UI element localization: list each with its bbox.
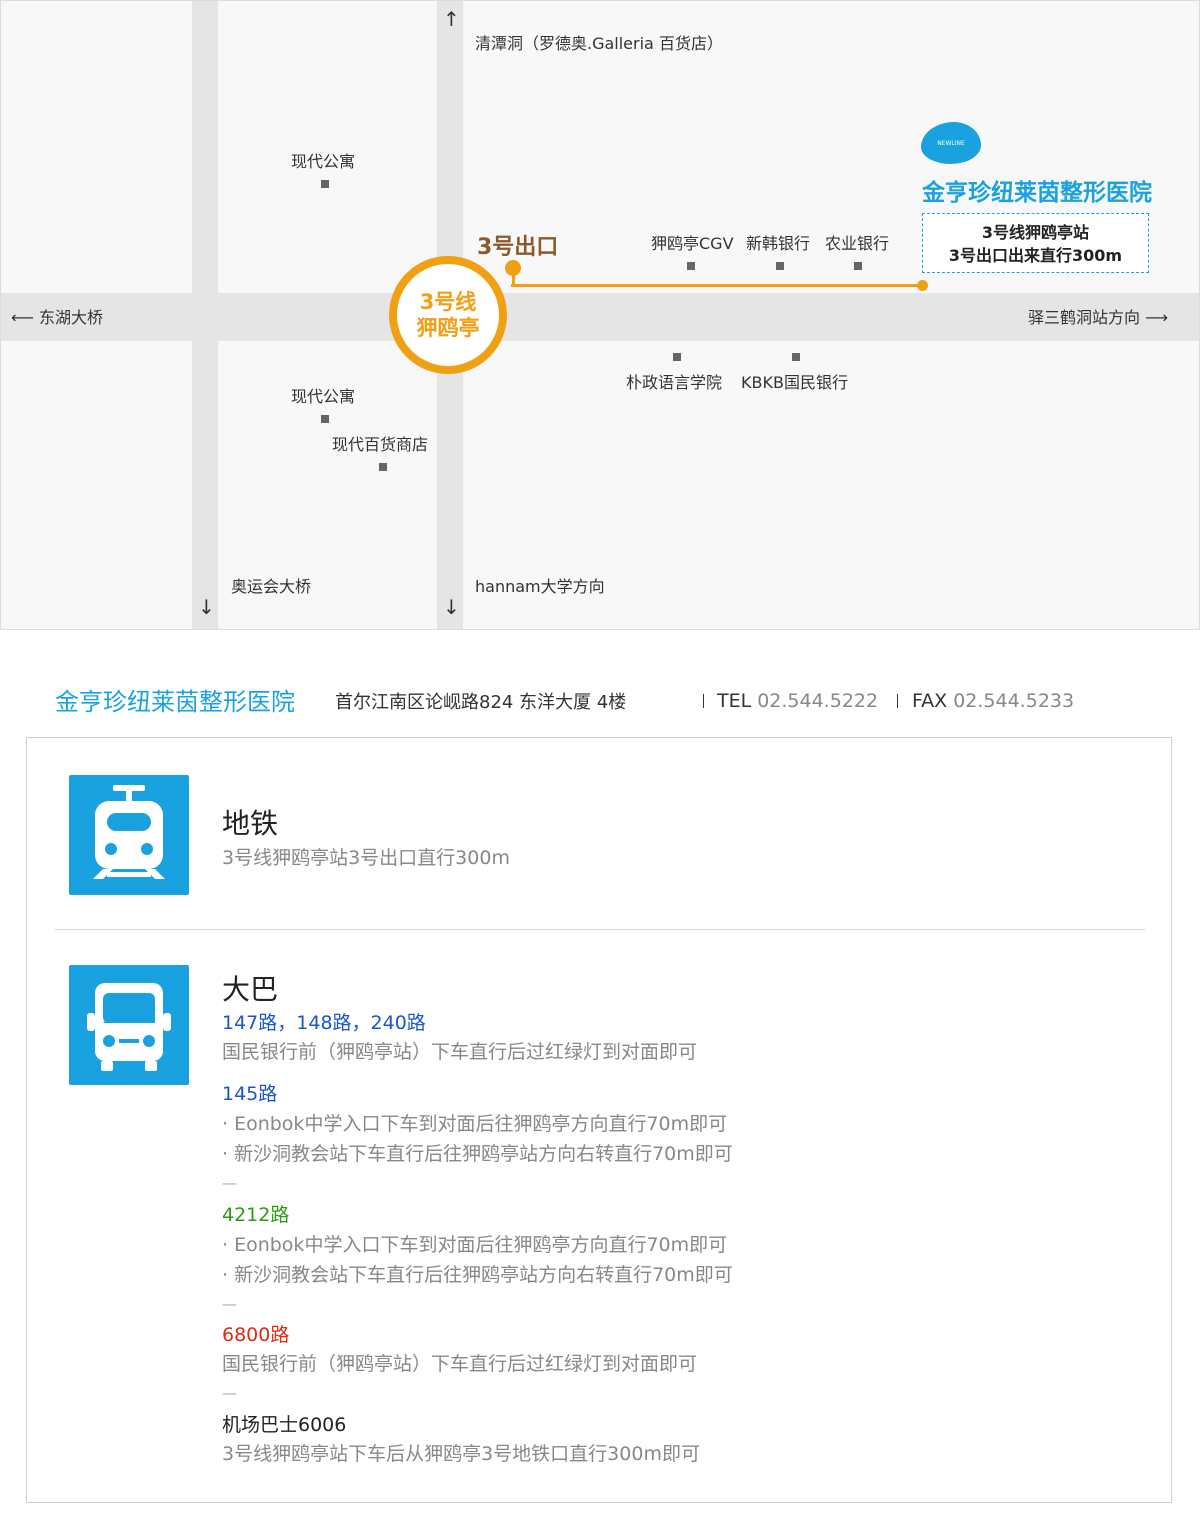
section-divider <box>55 929 1145 930</box>
bus-route-5-desc: 3号线狎鸥亭站下车后从狎鸥亭3号地铁口直行300m即可 <box>222 1443 700 1465</box>
bus-route-4-desc: 国民银行前（狎鸥亭站）下车直行后过红绿灯到对面即可 <box>222 1353 698 1375</box>
south-right-label: hannam大学方向 <box>475 577 605 596</box>
clinic-dot <box>917 280 928 291</box>
landmark-nonghyup: 农业银行 <box>825 234 890 253</box>
south-left-label: 奥运会大桥 <box>231 577 312 596</box>
bus-route-3-desc1: · Eonbok中学入口下车到对面后往狎鸥亭方向直行70m即可 <box>222 1234 728 1256</box>
subway-desc: 3号线狎鸥亭站3号出口直行300m <box>222 847 510 869</box>
clinic-logo: NEWLINE <box>921 122 981 164</box>
direction-box: 3号线狎鸥亭站 3号出口出来直行300m <box>922 213 1149 273</box>
bus-route-2: 145路 <box>222 1083 278 1105</box>
east-label: 驿三鹤洞站方向 ⟶ <box>1028 308 1169 327</box>
arrow-right-icon: ⟶ <box>1145 308 1169 327</box>
fax-number: 02.544.5233 <box>953 690 1075 712</box>
station-marker: 3号线 狎鸥亭 <box>389 256 507 374</box>
subway-icon <box>69 775 189 895</box>
walking-route-line <box>511 284 923 287</box>
fax: FAX 02.544.5233 <box>912 690 1075 712</box>
tel-number[interactable]: 02.544.5222 <box>757 690 878 712</box>
direction-line1: 3号线狎鸥亭站 <box>981 223 1090 242</box>
landmark-marker <box>321 415 329 423</box>
west-label: ⟵ 东湖大桥 <box>11 308 104 327</box>
bus-route-2-desc1: · Eonbok中学入口下车到对面后往狎鸥亭方向直行70m即可 <box>222 1113 728 1135</box>
bus-route-2-desc2: · 新沙洞教会站下车直行后往狎鸥亭站方向右转直行70m即可 <box>222 1143 733 1165</box>
landmark-park: 朴政语言学院 <box>626 373 723 392</box>
bus-route-5: 机场巴士6006 <box>222 1414 347 1436</box>
landmark-cgv: 狎鸥亭CGV <box>651 234 734 253</box>
arrow-up-icon: ↑ <box>443 7 460 31</box>
bus-route-1-desc: 国民银行前（狎鸥亭站）下车直行后过红绿灯到对面即可 <box>222 1041 698 1063</box>
route-separator: — <box>222 1174 237 1192</box>
bus-route-3-desc2: · 新沙洞教会站下车直行后往狎鸥亭站方向右转直行70m即可 <box>222 1264 733 1286</box>
clinic-name: 金亨珍纽莱茵整形医院 <box>55 688 295 716</box>
north-label: 清潭洞（罗德奥.Galleria 百货店） <box>475 34 723 53</box>
arrow-left-icon: ⟵ <box>11 308 34 327</box>
route-separator: — <box>222 1384 237 1402</box>
bus-route-3: 4212路 <box>222 1204 290 1226</box>
landmark-dept-store: 现代百货商店 <box>332 435 429 454</box>
landmark-marker <box>854 262 862 270</box>
clinic-name-map: 金亨珍纽莱茵整形医院 <box>922 180 1152 206</box>
tel: TEL 02.544.5222 <box>717 690 879 712</box>
exit-dot <box>505 260 521 276</box>
contact-info: 金亨珍纽莱茵整形医院 首尔江南区论岘路824 东洋大厦 4楼 TEL 02.544… <box>55 680 1175 720</box>
landmark-kbkb: KBKB国民银行 <box>741 373 848 392</box>
subway-title: 地铁 <box>222 807 279 840</box>
arrow-down-icon: ↓ <box>198 595 215 619</box>
landmark-marker <box>673 353 681 361</box>
direction-line2: 3号出口出来直行300m <box>948 246 1123 265</box>
location-map: ↑ 清潭洞（罗德奥.Galleria 百货店） ⟵ 东湖大桥 驿三鹤洞站方向 ⟶… <box>0 0 1200 630</box>
separator <box>897 694 898 708</box>
bus-title: 大巴 <box>222 973 279 1006</box>
clinic-address: 首尔江南区论岘路824 东洋大厦 4楼 <box>335 692 627 713</box>
landmark-marker <box>687 262 695 270</box>
landmark-marker <box>776 262 784 270</box>
station-line: 3号线 <box>419 290 477 314</box>
bus-route-4: 6800路 <box>222 1324 290 1346</box>
station-name: 狎鸥亭 <box>416 316 480 340</box>
exit-label: 3号出口 <box>477 235 559 260</box>
arrow-down-icon: ↓ <box>443 595 460 619</box>
transport-panel: 地铁 3号线狎鸥亭站3号出口直行300m 大巴 147路，148路，240路 国… <box>26 737 1172 1503</box>
landmark-apt-bottom: 现代公寓 <box>291 387 356 406</box>
separator <box>703 694 704 708</box>
landmark-marker <box>321 180 329 188</box>
road-horizontal <box>1 293 1199 341</box>
landmark-apt-top: 现代公寓 <box>291 152 356 171</box>
landmark-shinhan: 新韩银行 <box>746 234 811 253</box>
bus-route-1: 147路，148路，240路 <box>222 1012 426 1034</box>
landmark-marker <box>379 463 387 471</box>
landmark-marker <box>792 353 800 361</box>
bus-icon <box>69 965 189 1085</box>
route-separator: — <box>222 1295 237 1313</box>
